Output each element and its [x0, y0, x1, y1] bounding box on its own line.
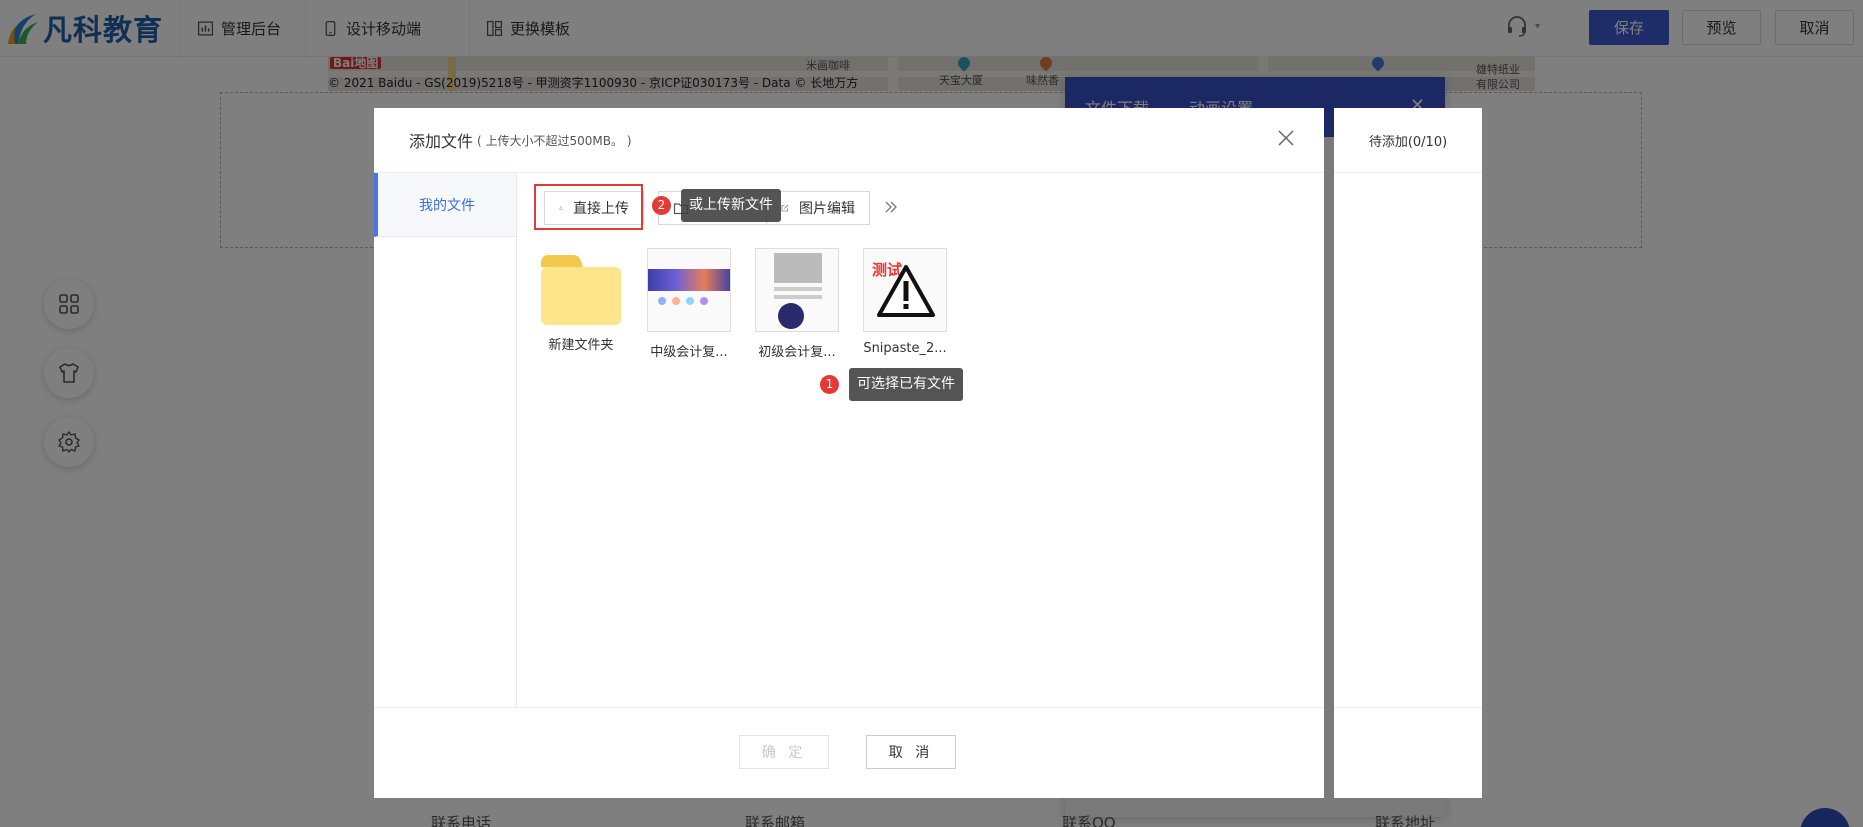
pending-panel-divider	[1334, 707, 1482, 708]
file-name: 新建文件夹	[548, 338, 614, 353]
confirm-button[interactable]: 确 定	[739, 735, 829, 769]
tooltip-upload-new: 或上传新文件	[681, 189, 781, 222]
file-item[interactable]: 新建文件夹	[536, 248, 626, 353]
dialog-title: 添加文件	[409, 132, 474, 151]
edit-icon	[781, 204, 789, 212]
file-name: Snipaste_2...	[863, 341, 947, 356]
close-icon[interactable]	[1276, 128, 1296, 148]
dialog-header: 添加文件 ( 上传大小不超过500MB。 )	[374, 108, 1324, 173]
step-badge: 2	[652, 196, 671, 215]
tooltip-select-existing: 可选择已有文件	[849, 368, 963, 401]
warning-icon	[877, 265, 935, 317]
dialog-cancel-button[interactable]: 取 消	[866, 735, 956, 769]
add-file-dialog: 添加文件 ( 上传大小不超过500MB。 ) 我的文件 直接上传 图片编辑 新建…	[374, 108, 1324, 798]
sidebar-item-my-files[interactable]: 我的文件	[374, 173, 516, 237]
file-thumbnail	[647, 248, 731, 332]
file-item[interactable]: 初级会计复...	[752, 248, 842, 360]
step-badge: 1	[820, 375, 839, 394]
pending-count-label: 待添加(0/10)	[1334, 108, 1482, 173]
double-chevron-right-icon[interactable]	[882, 198, 900, 216]
pending-files-panel: 待添加(0/10)	[1334, 108, 1482, 798]
folder-icon	[541, 255, 621, 325]
image-edit-label: 图片编辑	[799, 201, 855, 217]
dialog-footer: 确 定 取 消	[374, 707, 1324, 798]
highlight-frame	[534, 184, 643, 230]
file-name: 初级会计复...	[758, 345, 836, 360]
file-item[interactable]: 测试 Snipaste_2...	[860, 248, 950, 356]
upload-size-hint: ( 上传大小不超过500MB。 )	[477, 133, 632, 148]
file-thumbnail: 测试	[863, 248, 947, 332]
dialog-sidebar: 我的文件	[374, 173, 517, 707]
file-thumbnail	[755, 248, 839, 332]
image-edit-button[interactable]: 图片编辑	[766, 191, 870, 225]
file-item[interactable]: 中级会计复...	[644, 248, 734, 360]
file-name: 中级会计复...	[650, 345, 728, 360]
